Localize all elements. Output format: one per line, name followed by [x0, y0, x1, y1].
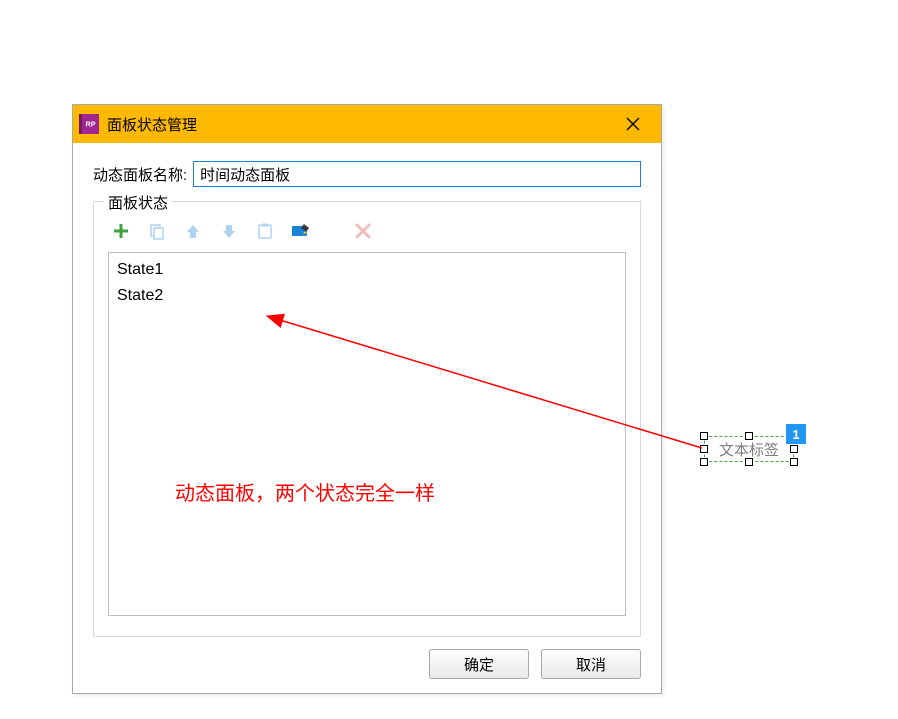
footnote-badge: 1 [786, 424, 806, 444]
close-button[interactable] [611, 105, 655, 143]
move-down-button[interactable] [218, 220, 240, 242]
dialog-title: 面板状态管理 [107, 114, 611, 135]
plus-icon [112, 222, 130, 240]
delete-icon [354, 222, 372, 240]
arrow-down-icon [220, 222, 238, 240]
duplicate-icon [148, 222, 166, 240]
add-state-button[interactable] [110, 220, 132, 242]
resize-handle-n[interactable] [745, 432, 753, 440]
ok-button[interactable]: 确定 [429, 649, 529, 679]
dialog-body: 动态面板名称: 面板状态 [73, 143, 661, 693]
panel-name-row: 动态面板名称: [93, 161, 641, 187]
titlebar[interactable]: RP 面板状态管理 [73, 105, 661, 143]
resize-handle-e[interactable] [790, 445, 798, 453]
states-toolbar [108, 216, 626, 252]
panel-name-input[interactable] [193, 161, 641, 187]
states-listbox[interactable]: State1 State2 [108, 252, 626, 616]
close-icon [626, 117, 640, 131]
selected-widget[interactable]: 文本标签 1 [704, 436, 794, 462]
paste-button[interactable] [254, 220, 276, 242]
panel-name-label: 动态面板名称: [93, 164, 187, 185]
resize-handle-se[interactable] [790, 458, 798, 466]
states-fieldset: 面板状态 [93, 201, 641, 637]
panel-state-manager-dialog: RP 面板状态管理 动态面板名称: 面板状态 [72, 104, 662, 694]
move-up-button[interactable] [182, 220, 204, 242]
list-item[interactable]: State2 [115, 283, 619, 309]
duplicate-state-button[interactable] [146, 220, 168, 242]
resize-handle-nw[interactable] [700, 432, 708, 440]
paste-icon [256, 222, 274, 240]
resize-handle-w[interactable] [700, 445, 708, 453]
cancel-button[interactable]: 取消 [541, 649, 641, 679]
app-icon: RP [79, 114, 99, 134]
edit-state-button[interactable] [290, 220, 312, 242]
list-item[interactable]: State1 [115, 257, 619, 283]
resize-handle-s[interactable] [745, 458, 753, 466]
edit-icon [291, 222, 311, 240]
dialog-button-row: 确定 取消 [429, 649, 641, 679]
delete-state-button[interactable] [352, 220, 374, 242]
resize-handle-sw[interactable] [700, 458, 708, 466]
arrow-up-icon [184, 222, 202, 240]
states-legend: 面板状态 [104, 192, 172, 213]
